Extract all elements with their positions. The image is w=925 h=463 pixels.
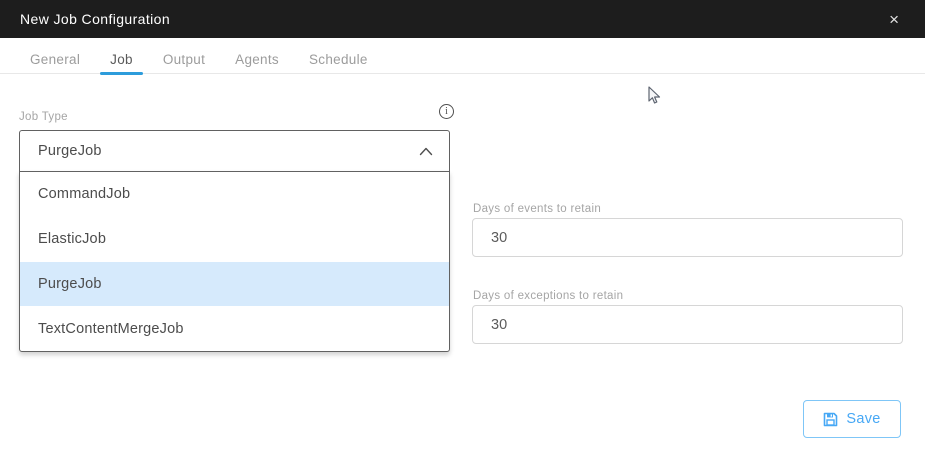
job-type-selected-value: PurgeJob [38, 143, 102, 159]
chevron-up-icon [419, 147, 433, 156]
job-type-label: Job Type [19, 111, 68, 123]
tab-bar: General Job Output Agents Schedule [0, 38, 925, 74]
tab-agents[interactable]: Agents [235, 46, 279, 74]
save-button-label: Save [846, 411, 880, 427]
dialog-title: New Job Configuration [20, 11, 170, 27]
info-circle-icon[interactable]: i [439, 104, 454, 119]
days-exceptions-label: Days of exceptions to retain [473, 290, 623, 302]
save-button[interactable]: Save [803, 400, 901, 438]
mouse-pointer-icon [646, 86, 662, 111]
job-type-dropdown-list: CommandJob ElasticJob PurgeJob TextConte… [19, 171, 450, 352]
job-type-select[interactable]: PurgeJob [19, 130, 450, 172]
days-events-label: Days of events to retain [473, 203, 601, 215]
dropdown-option-purgejob[interactable]: PurgeJob [20, 262, 449, 307]
days-exceptions-input[interactable] [472, 305, 903, 344]
dialog-header: New Job Configuration × [0, 0, 925, 38]
dropdown-option-textcontentmergejob[interactable]: TextContentMergeJob [20, 306, 449, 351]
dropdown-option-commandjob[interactable]: CommandJob [20, 172, 449, 217]
tab-job[interactable]: Job [110, 46, 133, 74]
tab-general[interactable]: General [30, 46, 80, 74]
close-icon[interactable]: × [883, 7, 905, 32]
days-events-input[interactable] [472, 218, 903, 257]
floppy-disk-icon [823, 412, 838, 427]
dropdown-option-elasticjob[interactable]: ElasticJob [20, 217, 449, 262]
tab-output[interactable]: Output [163, 46, 205, 74]
tab-schedule[interactable]: Schedule [309, 46, 368, 74]
